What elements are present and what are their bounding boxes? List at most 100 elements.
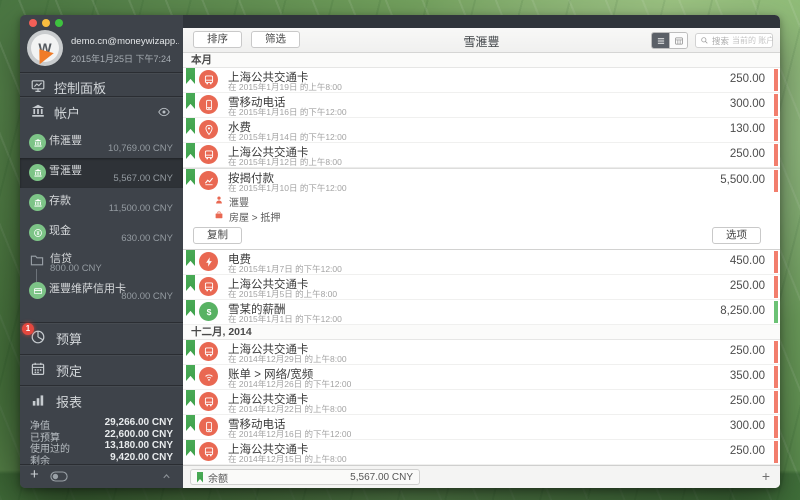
expanded-buttons: 复制 选项 <box>183 223 780 249</box>
flag-icon <box>197 471 203 483</box>
window-controls <box>29 19 63 27</box>
transaction-list: 本月 上海公共交通卡在 2015年1月19日 的上午8:00 250.00 雪移动电话… <box>183 53 780 465</box>
window-titlebar <box>183 15 780 28</box>
transaction-date: 在 2014年12月16日 的下午12:00 <box>228 429 352 439</box>
add-account-button[interactable]: + <box>30 467 39 482</box>
transaction-date: 在 2014年12月29日 的上午8:00 <box>228 354 347 364</box>
transaction-amount: 250.00 <box>729 73 765 85</box>
sidebar-item-预算[interactable]: 1 预算 <box>20 323 183 350</box>
chevron-up-icon[interactable] <box>161 471 172 482</box>
transaction-row[interactable]: 雪某的薪酬在 2015年1月1日 的下午12:00 8,250.00 <box>183 300 780 325</box>
flag-icon[interactable] <box>186 300 195 316</box>
salary-dollar-icon <box>199 302 218 321</box>
flag-icon[interactable] <box>186 340 195 356</box>
toggle-switch-icon[interactable] <box>50 471 68 482</box>
mobile-phone-icon <box>199 95 218 114</box>
transaction-type-strip <box>774 69 778 91</box>
transaction-row[interactable]: 上海公共交通卡在 2014年12月15日 的上午8:00 250.00 <box>183 440 780 465</box>
balance-box: 余额 5,567.00 CNY <box>190 469 420 485</box>
stat-row: 使用过的 13,180.00 CNY <box>20 440 183 455</box>
transaction-type-strip <box>774 441 778 463</box>
transaction-amount: 130.00 <box>729 123 765 135</box>
flag-icon[interactable] <box>186 118 195 134</box>
transaction-amount: 250.00 <box>729 445 765 457</box>
toolbar: 排序 筛选 雪滙豐 搜索 当前的 账户 <box>183 28 780 53</box>
transaction-row[interactable]: 上海公共交通卡在 2015年1月12日 的上午8:00 250.00 <box>183 143 780 168</box>
transaction-row[interactable]: 电费在 2015年1月7日 的下午12:00 450.00 <box>183 250 780 275</box>
flag-icon[interactable] <box>186 250 195 266</box>
flag-icon[interactable] <box>186 275 195 291</box>
account-balance: 630.00 CNY <box>121 233 173 244</box>
list-view-icon[interactable] <box>652 33 669 48</box>
divider <box>20 464 183 465</box>
search-input[interactable]: 搜索 当前的 账户 <box>695 33 775 48</box>
flag-icon[interactable] <box>186 143 195 159</box>
sidebar-account-伟滙豐[interactable]: 伟滙豐 10,769.00 CNY <box>20 128 183 158</box>
search-scope: 当前的 账户 <box>732 36 775 45</box>
water-pin-icon <box>199 120 218 139</box>
bus-icon <box>199 392 218 411</box>
flag-icon[interactable] <box>186 440 195 456</box>
sidebar-account-信贷[interactable]: 信贷 800.00 CNY <box>20 248 183 276</box>
sidebar-account-雪滙豐[interactable]: 雪滙豐 5,567.00 CNY <box>20 158 183 188</box>
stat-row: 剩余 9,420.00 CNY <box>20 451 183 467</box>
transaction-type-strip <box>774 94 778 116</box>
transaction-row[interactable]: 上海公共交通卡在 2014年12月22日 的上午8:00 250.00 <box>183 390 780 415</box>
minimize-window-button[interactable] <box>42 19 50 27</box>
search-placeholder: 搜索 <box>712 35 730 46</box>
desktop-background: W demo.cn@moneywizapp.... 2015年1月25日 下午7… <box>0 0 800 500</box>
transaction-row[interactable]: 上海公共交通卡在 2015年1月19日 的上午8:00 250.00 <box>183 68 780 93</box>
sidebar-account-滙豐维萨信用卡[interactable]: 滙豐维萨信用卡 800.00 CNY <box>20 269 183 306</box>
transaction-type-strip <box>774 119 778 141</box>
zoom-window-button[interactable] <box>55 19 63 27</box>
avatar[interactable]: W <box>27 30 63 66</box>
transaction-row[interactable]: 水费在 2015年1月14日 的下午12:00 130.00 <box>183 118 780 143</box>
transaction-date: 在 2015年1月16日 的下午12:00 <box>228 107 347 117</box>
flag-icon[interactable] <box>186 365 195 381</box>
copy-button[interactable]: 复制 <box>193 227 242 244</box>
sidebar-item-label: 预算 <box>56 332 83 347</box>
bus-icon <box>199 145 218 164</box>
person-icon <box>214 195 224 205</box>
bus-icon <box>199 342 218 361</box>
options-button[interactable]: 选项 <box>712 227 761 244</box>
add-transaction-button[interactable]: + <box>762 468 770 484</box>
stat-row: 已预算 22,600.00 CNY <box>20 429 183 444</box>
transaction-type-strip <box>774 170 778 192</box>
flag-icon[interactable] <box>186 415 195 431</box>
sidebar-item-dashboard[interactable]: 控制面板 <box>20 74 183 98</box>
account-name: 滙豐维萨信用卡 <box>49 283 126 295</box>
transaction-row[interactable]: 雪移动电话在 2015年1月16日 的下午12:00 300.00 <box>183 93 780 118</box>
stat-row: 净值 29,266.00 CNY <box>20 417 183 432</box>
sidebar-account-存款[interactable]: 存款 11,500.00 CNY <box>20 188 183 218</box>
stat-value: 9,420.00 CNY <box>110 451 173 463</box>
transaction-row[interactable]: 上海公共交通卡在 2015年1月5日 的上午8:00 250.00 <box>183 275 780 300</box>
account-name: 伟滙豐 <box>49 135 82 147</box>
transaction-row[interactable]: 雪移动电话在 2014年12月16日 的下午12:00 300.00 <box>183 415 780 440</box>
transaction-amount: 250.00 <box>729 395 765 407</box>
transaction-row[interactable]: 账单 > 网络/宽频在 2014年12月26日 的下午12:00 350.00 <box>183 365 780 390</box>
close-window-button[interactable] <box>29 19 37 27</box>
sidebar-section-accounts[interactable]: 帐户 <box>20 99 183 123</box>
cash-icon <box>29 224 46 241</box>
transaction-row[interactable]: 上海公共交通卡在 2014年12月29日 的上午8:00 250.00 <box>183 340 780 365</box>
eye-icon[interactable] <box>157 105 171 119</box>
electricity-icon <box>199 252 218 271</box>
footer-bar: 余额 5,567.00 CNY + <box>183 465 780 488</box>
flag-icon[interactable] <box>186 390 195 406</box>
payee-name: 滙豐 <box>229 198 249 209</box>
bank-icon <box>29 164 46 181</box>
sidebar-item-报表[interactable]: 报表 <box>20 387 183 413</box>
flag-icon[interactable] <box>186 169 195 185</box>
account-balance: 11,500.00 CNY <box>108 203 173 214</box>
sidebar-account-现金[interactable]: 现金 630.00 CNY <box>20 218 183 248</box>
wifi-icon <box>199 367 218 386</box>
flag-icon[interactable] <box>186 93 195 109</box>
grid-view-icon[interactable] <box>669 33 687 48</box>
flag-icon[interactable] <box>186 68 195 84</box>
transaction-row[interactable]: 按揭付款在 2015年1月10日 的下午12:00 5,500.00 <box>183 169 780 193</box>
sidebar-item-预定[interactable]: 预定 <box>20 356 183 382</box>
transaction-date: 在 2015年1月14日 的下午12:00 <box>228 132 347 142</box>
moneywiz-window: W demo.cn@moneywizapp.... 2015年1月25日 下午7… <box>20 15 780 488</box>
main-area: 排序 筛选 雪滙豐 搜索 当前的 账户 本月 上海公共交通卡在 2015年1月1… <box>183 15 780 488</box>
